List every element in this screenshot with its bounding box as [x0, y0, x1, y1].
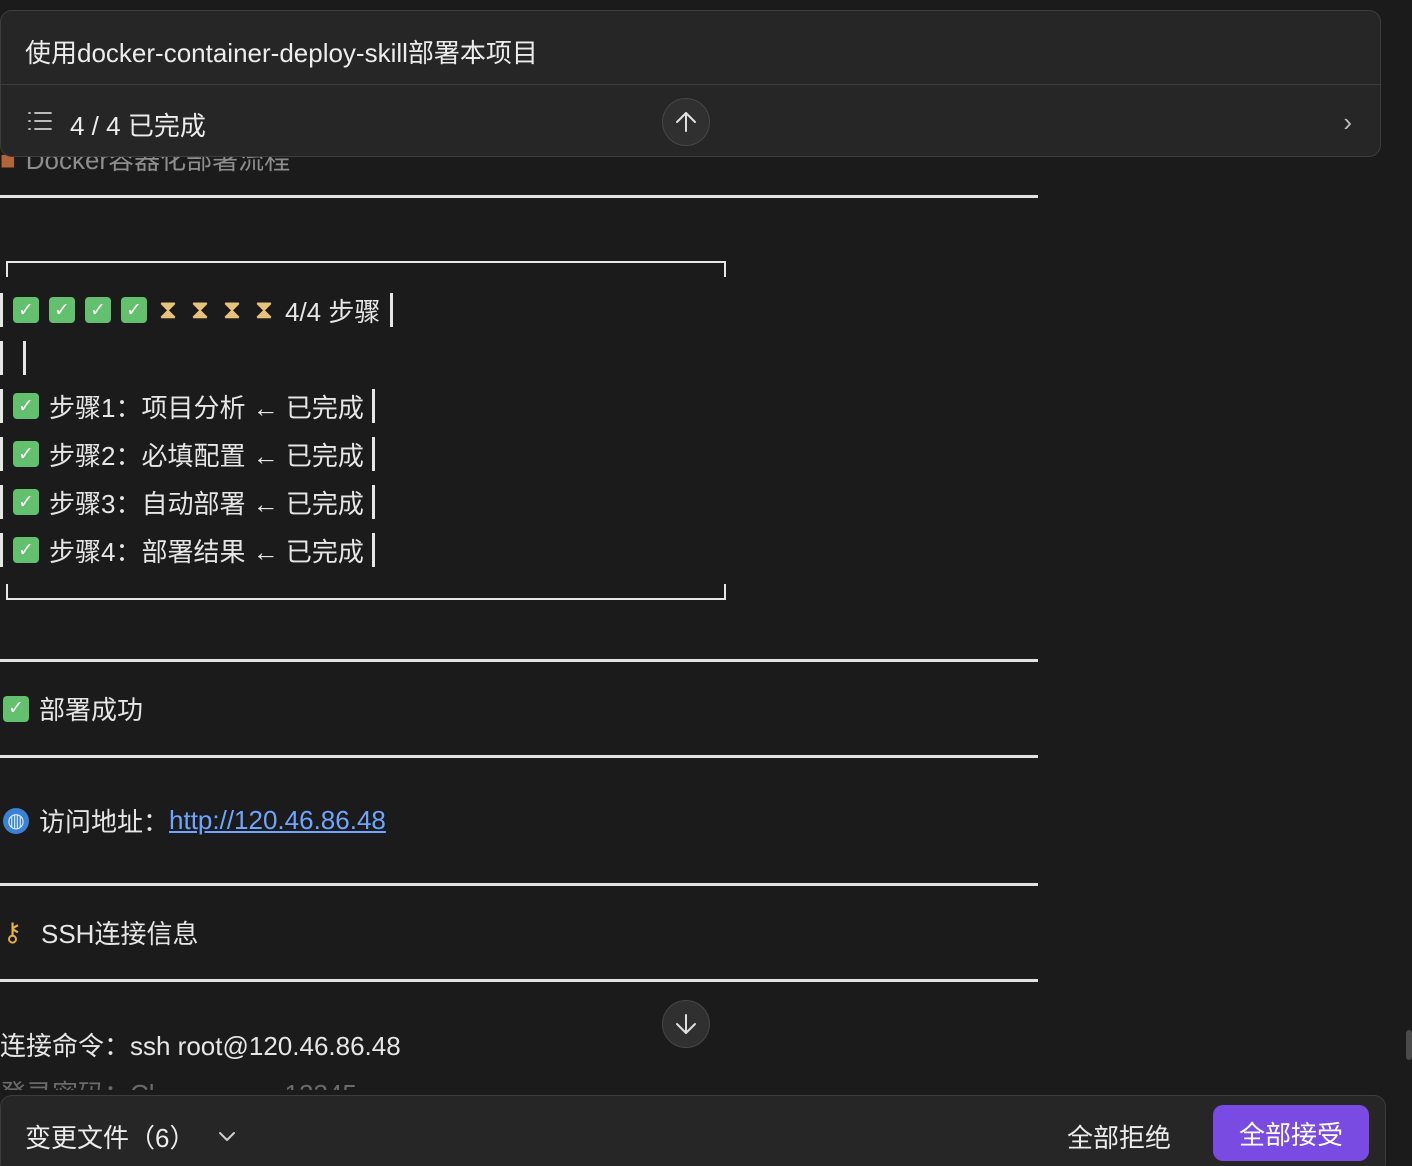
arrow-down-icon [676, 1014, 696, 1034]
access-label: 访问地址： [39, 807, 170, 837]
box-border [371, 533, 375, 567]
message-content: ■Docker容器化部署流程 ✓ ✓ ✓ ✓ ⧗ ⧗ ⧗ ⧗ 4/4 步骤 ✓ [0, 0, 1412, 1090]
connect-command: 连接命令：ssh root@120.46.86.48 [0, 1031, 401, 1061]
progress-box-top-border [6, 261, 726, 277]
access-url-link[interactable]: http://120.46.86.48 [169, 805, 386, 836]
box-border [0, 533, 3, 567]
check-icon: ✓ [13, 297, 39, 323]
connect-command-row: 连接命令：ssh root@120.46.86.48 [0, 1026, 401, 1063]
ssh-heading: ⚷ SSH连接信息 [0, 914, 198, 951]
password-label: 登录密码：Cl 12345 [0, 1074, 357, 1090]
box-border [0, 341, 3, 375]
divider [0, 659, 1038, 662]
step-label: 步骤4：部署结果 ← 已完成 [49, 536, 364, 567]
chevron-down-icon [219, 1131, 236, 1141]
step-label: 步骤3：自动部署 ← 已完成 [49, 488, 364, 519]
box-border [0, 437, 3, 471]
changes-bar: 变更文件（6） 全部拒绝 全部接受 [0, 1095, 1386, 1166]
scrollbar-thumb[interactable] [1406, 1030, 1412, 1060]
hourglass-icon: ⧗ [158, 294, 178, 324]
changed-files-toggle[interactable]: 变更文件（6） [25, 1118, 237, 1155]
access-address-row: ◍ 访问地址： http://120.46.86.48 [0, 802, 386, 839]
check-icon: ✓ [3, 695, 29, 722]
chevron-right-icon[interactable]: › [1343, 107, 1352, 138]
arrow-up-icon [676, 112, 696, 132]
globe-icon: ◍ [3, 807, 29, 834]
check-icon: ✓ [13, 489, 39, 515]
divider [0, 195, 1038, 198]
scroll-down-button[interactable] [662, 1000, 710, 1048]
step-label: 步骤2：必填配置 ← 已完成 [49, 440, 364, 471]
divider [0, 755, 1038, 758]
box-border [390, 293, 394, 327]
box-border [0, 485, 3, 519]
check-icon: ✓ [85, 297, 111, 323]
progress-step-row: ✓ 步骤4：部署结果 ← 已完成 [0, 530, 375, 570]
scroll-up-button[interactable] [662, 98, 710, 146]
progress-step-row: ✓ 步骤2：必填配置 ← 已完成 [0, 434, 375, 474]
box-border [0, 293, 3, 327]
check-icon: ✓ [13, 393, 39, 419]
list-icon [28, 112, 52, 130]
box-border [371, 389, 375, 423]
check-icon: ✓ [49, 297, 75, 323]
divider [0, 979, 1038, 982]
progress-summary-row: ✓ ✓ ✓ ✓ ⧗ ⧗ ⧗ ⧗ 4/4 步骤 [0, 290, 394, 330]
hourglass-icon: ⧗ [254, 294, 274, 324]
accept-all-button[interactable]: 全部接受 [1213, 1105, 1369, 1161]
progress-step-row: ✓ 步骤1：项目分析 ← 已完成 [0, 386, 375, 426]
task-progress: 4 / 4 已完成 [70, 111, 206, 141]
reject-all-button[interactable]: 全部拒绝 [1067, 1118, 1171, 1155]
box-border [371, 437, 375, 471]
user-query: 使用docker-container-deploy-skill部署本项目 [25, 38, 538, 68]
box-border [23, 341, 26, 375]
check-icon: ✓ [121, 297, 147, 323]
divider [0, 883, 1038, 886]
check-icon: ✓ [13, 537, 39, 563]
panel-divider [1, 84, 1380, 85]
key-icon: ⚷ [3, 917, 23, 947]
success-title: 部署成功 [39, 695, 144, 725]
progress-step-row: ✓ 步骤3：自动部署 ← 已完成 [0, 482, 375, 522]
box-border [0, 389, 3, 423]
progress-empty-row [0, 338, 26, 378]
ssh-title: SSH连接信息 [41, 919, 199, 949]
hourglass-icon: ⧗ [222, 294, 242, 324]
changed-files-label: 变更文件（6） [25, 1123, 196, 1153]
progress-summary-label: 4/4 步骤 [285, 296, 381, 327]
password-row-partial: 登录密码：Cl 12345 [0, 1074, 357, 1090]
hourglass-icon: ⧗ [190, 294, 210, 324]
check-icon: ✓ [13, 441, 39, 467]
success-heading: ✓ 部署成功 [0, 690, 143, 727]
progress-box-bottom-border [6, 584, 726, 600]
chat-viewport: ■Docker容器化部署流程 ✓ ✓ ✓ ✓ ⧗ ⧗ ⧗ ⧗ 4/4 步骤 ✓ [0, 0, 1412, 1166]
step-label: 步骤1：项目分析 ← 已完成 [49, 392, 364, 423]
box-border [371, 485, 375, 519]
